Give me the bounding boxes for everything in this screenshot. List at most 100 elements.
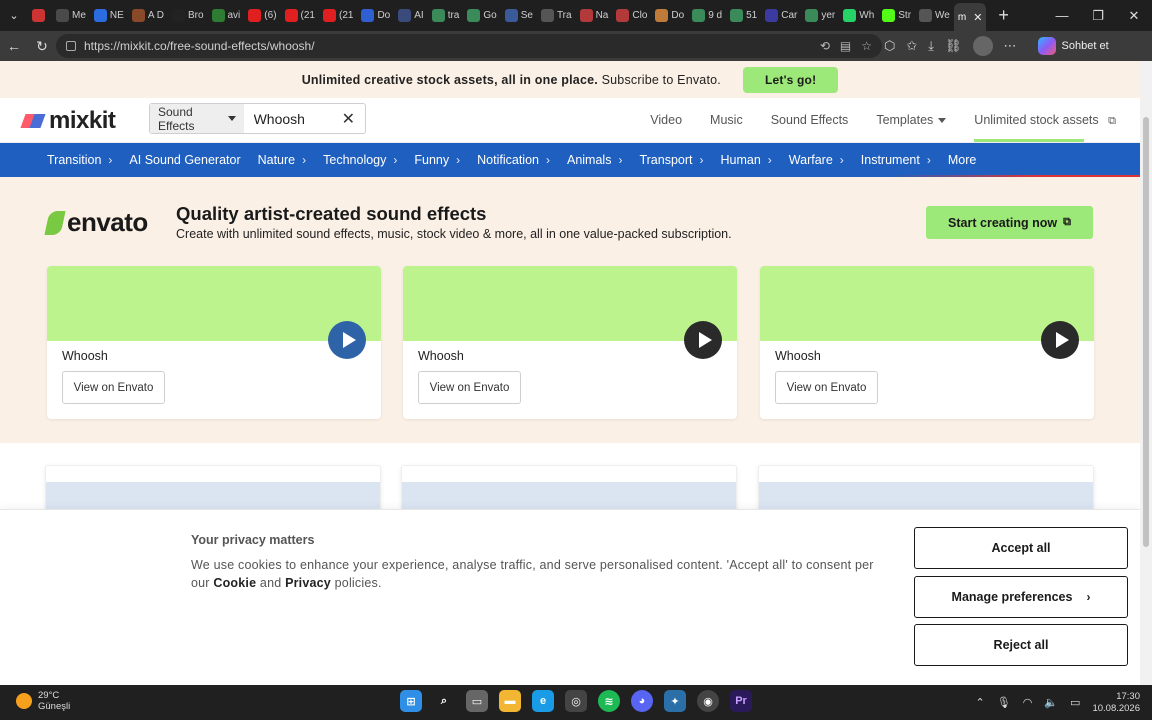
close-window-icon[interactable]: ✕	[1116, 0, 1152, 31]
category-animals[interactable]: Animals ›	[567, 153, 622, 167]
battery-icon[interactable]: ▭	[1070, 696, 1080, 709]
view-on-envato-button[interactable]: View on Envato	[775, 371, 878, 404]
envato-logo[interactable]: envato	[44, 207, 148, 238]
browser-tab[interactable]: (21	[281, 4, 319, 28]
scrollbar[interactable]	[1140, 61, 1152, 685]
browser-tab[interactable]: 51	[726, 4, 761, 28]
browser-tab[interactable]: yer	[801, 4, 839, 28]
scrollbar-thumb[interactable]	[1143, 117, 1149, 547]
start-creating-button[interactable]: Start creating now ⧉	[926, 206, 1093, 239]
wifi-icon[interactable]: ◠	[1023, 696, 1033, 709]
nav-unlimited-stock-assets[interactable]: Unlimited stock assets ⧉	[974, 113, 1116, 142]
accept-all-button[interactable]: Accept all	[914, 527, 1128, 569]
browser-tab[interactable]: Se	[501, 4, 537, 28]
reload-icon[interactable]: ↻	[28, 38, 56, 55]
browser-tab[interactable]: Na	[576, 4, 613, 28]
tab-actions-menu-icon[interactable]: ⌄	[0, 0, 28, 31]
edge-icon[interactable]: e	[532, 690, 554, 712]
browser-tab[interactable]: Car	[761, 4, 801, 28]
play-icon[interactable]	[684, 321, 722, 359]
premiere-pro-icon[interactable]: Pr	[730, 690, 752, 712]
reader-icon[interactable]: ▤	[840, 39, 851, 53]
chrome-icon[interactable]: ◉	[697, 690, 719, 712]
search-input[interactable]	[253, 110, 342, 127]
browser-tab[interactable]: Str	[878, 4, 915, 28]
category-funny[interactable]: Funny ›	[414, 153, 460, 167]
favorite-star-icon[interactable]: ☆	[861, 39, 872, 53]
extensions-icon[interactable]: ⬡	[884, 38, 895, 54]
mixkit-logo[interactable]: mixkit	[20, 107, 116, 135]
browser-tab[interactable]: Go	[463, 4, 500, 28]
view-on-envato-button[interactable]: View on Envato	[62, 371, 165, 404]
more-icon[interactable]: ⋯	[1004, 38, 1017, 54]
site-info-icon[interactable]	[66, 41, 76, 51]
reject-all-button[interactable]: Reject all	[914, 624, 1128, 666]
search-category-select[interactable]: Sound Effects	[150, 104, 244, 133]
manage-preferences-button[interactable]: Manage preferences ›	[914, 576, 1128, 618]
chevron-up-icon[interactable]: ⌃	[976, 696, 985, 709]
category-notification[interactable]: Notification ›	[477, 153, 550, 167]
app-icon[interactable]: ✦	[664, 690, 686, 712]
browser-tab[interactable]: Bro	[168, 4, 208, 28]
browser-tab[interactable]: Tra	[537, 4, 576, 28]
minimize-icon[interactable]: —	[1044, 0, 1080, 31]
file-explorer-icon[interactable]: ▬	[499, 690, 521, 712]
close-icon[interactable]: ✕	[973, 11, 982, 24]
play-icon[interactable]	[1041, 321, 1079, 359]
translate-icon[interactable]: ⟲	[820, 39, 830, 53]
category-transition[interactable]: Transition ›	[47, 153, 112, 167]
browser-tab[interactable]: Wh	[839, 4, 878, 28]
category-more[interactable]: More	[948, 153, 976, 167]
microphone-icon[interactable]: 🎙	[997, 696, 1011, 709]
url-text[interactable]: https://mixkit.co/free-sound-effects/who…	[84, 39, 315, 53]
obs-icon[interactable]: ◎	[565, 690, 587, 712]
nav-video[interactable]: Video	[650, 113, 682, 127]
address-bar[interactable]: https://mixkit.co/free-sound-effects/who…	[56, 34, 882, 58]
search-icon[interactable]: ⌕	[433, 690, 455, 712]
maximize-icon[interactable]: ❐	[1080, 0, 1116, 31]
category-instrument[interactable]: Instrument ›	[861, 153, 931, 167]
lets-go-button[interactable]: Let's go!	[742, 66, 839, 93]
browser-tab[interactable]: (21	[319, 4, 357, 28]
volume-icon[interactable]: 🔈	[1044, 696, 1058, 709]
category-nature[interactable]: Nature ›	[258, 153, 307, 167]
cookie-policy-link[interactable]: Cookie	[213, 576, 256, 590]
privacy-policy-link[interactable]: Privacy	[285, 576, 331, 590]
browser-tab[interactable]: NE	[90, 4, 128, 28]
view-on-envato-button[interactable]: View on Envato	[418, 371, 521, 404]
back-icon[interactable]: ←	[0, 38, 28, 54]
browser-tab[interactable]: Me	[52, 4, 90, 28]
browser-tab[interactable]: We	[915, 4, 954, 28]
browser-tab[interactable]: Clo	[612, 4, 651, 28]
tab-active[interactable]: m ✕	[953, 3, 987, 31]
category-ai-sound-generator[interactable]: AI Sound Generator	[129, 153, 240, 167]
browser-tab[interactable]	[28, 4, 52, 28]
nav-music[interactable]: Music	[710, 113, 743, 127]
profile-avatar[interactable]	[972, 36, 993, 56]
browser-tab[interactable]: A D	[128, 4, 168, 28]
share-icon[interactable]: ⛓	[945, 38, 962, 54]
category-technology[interactable]: Technology ›	[323, 153, 397, 167]
browser-tab[interactable]: 9 d	[688, 4, 726, 28]
clear-search-icon[interactable]: ✕	[342, 109, 355, 129]
nav-templates[interactable]: Templates	[876, 113, 946, 127]
clock[interactable]: 17:30 10.08.2026	[1092, 691, 1140, 715]
category-transport[interactable]: Transport ›	[639, 153, 703, 167]
browser-tab[interactable]: Do	[357, 4, 394, 28]
nav-sound-effects[interactable]: Sound Effects	[771, 113, 849, 127]
browser-tab[interactable]: avi	[208, 4, 245, 28]
task-view-icon[interactable]: ▭	[466, 690, 488, 712]
new-tab-icon[interactable]: +	[998, 5, 1009, 26]
favorites-icon[interactable]: ✩	[906, 38, 917, 54]
browser-tab[interactable]: AI	[394, 4, 427, 28]
category-human[interactable]: Human ›	[720, 153, 771, 167]
category-warfare[interactable]: Warfare ›	[789, 153, 844, 167]
browser-tab[interactable]: (6)	[244, 4, 280, 28]
start-icon[interactable]: ⊞	[400, 690, 422, 712]
spotify-icon[interactable]: ≋	[598, 690, 620, 712]
discord-icon[interactable]: ◕	[631, 690, 653, 712]
play-icon[interactable]	[328, 321, 366, 359]
copilot-button[interactable]: Sohbet et	[1037, 37, 1109, 55]
download-icon[interactable]: ⤓	[928, 38, 934, 54]
browser-tab[interactable]: Do	[651, 4, 688, 28]
